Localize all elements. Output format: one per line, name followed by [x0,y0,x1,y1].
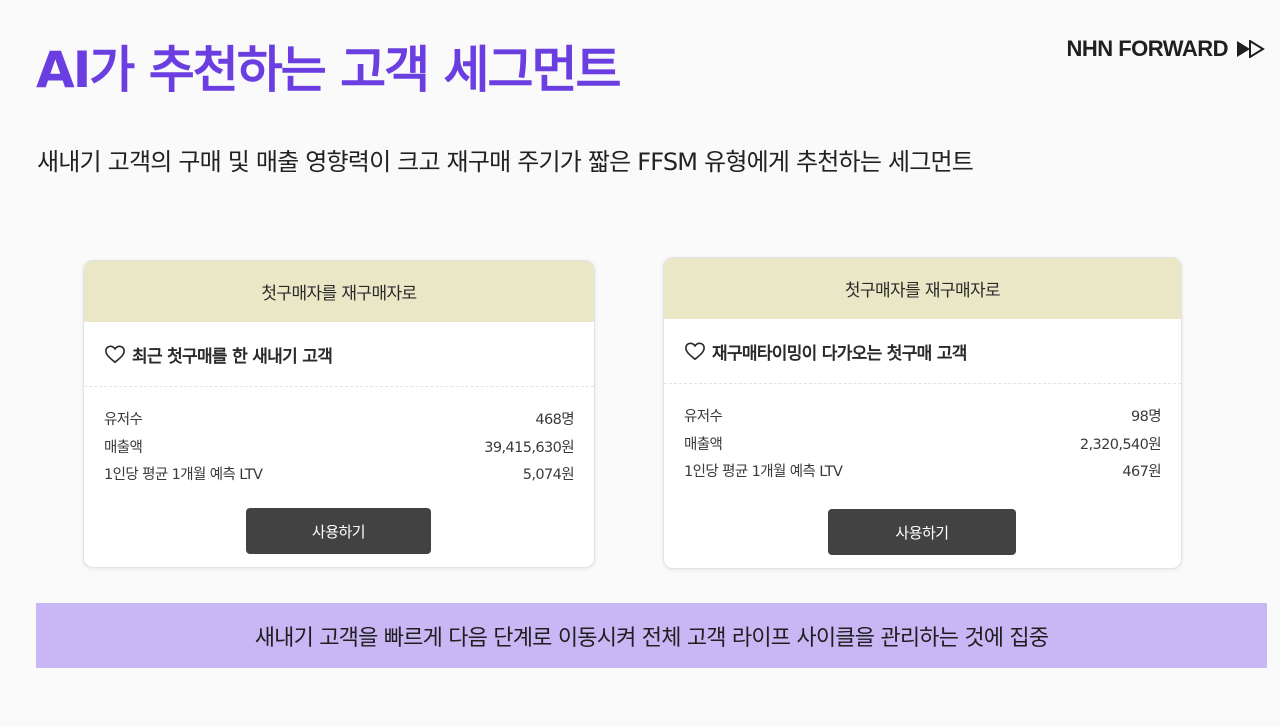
stat-label: 유저수 [684,409,723,426]
heart-outline-icon[interactable] [684,341,706,361]
segment-card-first-purchase: 첫구매자를 재구매자로 최근 첫구매를 한 새내기 고객 유저수 468명 매출… [83,260,595,568]
card-header: 첫구매자를 재구매자로 [84,261,594,322]
stats-list: 유저수 468명 매출액 39,415,630원 1인당 평균 1개월 예측 L… [84,387,594,488]
segment-card-repurchase-timing: 첫구매자를 재구매자로 재구매타이밍이 다가오는 첫구매 고객 유저수 98명 … [663,257,1182,569]
brand-logo: NHN FORWARD [1066,36,1266,62]
stat-label: 1인당 평균 1개월 예측 LTV [684,464,843,481]
stat-row-users: 유저수 98명 [684,402,1162,430]
use-button[interactable]: 사용하기 [828,509,1016,555]
page-subtitle: 새내기 고객의 구매 및 매출 영향력이 크고 재구매 주기가 짧은 FFSM … [37,148,974,176]
stat-label: 유저수 [104,412,143,429]
double-play-arrow-icon [1236,40,1266,58]
stat-label: 1인당 평균 1개월 예측 LTV [104,467,263,484]
stat-row-revenue: 매출액 39,415,630원 [104,433,575,461]
stat-value: 98명 [1131,409,1162,426]
summary-banner: 새내기 고객을 빠르게 다음 단계로 이동시켜 전체 고객 라이프 사이클을 관… [36,603,1267,668]
stat-value: 467원 [1122,464,1161,481]
stat-value: 5,074원 [522,467,575,484]
stat-row-revenue: 매출액 2,320,540원 [684,430,1162,458]
stat-value: 39,415,630원 [484,439,574,456]
segment-title-row: 최근 첫구매를 한 새내기 고객 [84,322,594,387]
card-header: 첫구매자를 재구매자로 [664,258,1181,319]
stat-label: 매출액 [684,436,723,453]
segment-title-row: 재구매타이밍이 다가오는 첫구매 고객 [664,319,1181,384]
brand-name: NHN FORWARD [1066,36,1228,61]
stat-row-users: 유저수 468명 [104,405,575,433]
stat-row-ltv: 1인당 평균 1개월 예측 LTV 467원 [684,457,1162,485]
stat-value: 2,320,540원 [1079,436,1162,453]
segment-title: 재구매타이밍이 다가오는 첫구매 고객 [712,343,967,364]
use-button[interactable]: 사용하기 [246,508,431,554]
heart-outline-icon[interactable] [104,344,126,364]
stat-value: 468명 [535,412,574,429]
stat-row-ltv: 1인당 평균 1개월 예측 LTV 5,074원 [104,460,575,488]
stat-label: 매출액 [104,439,143,456]
page-title: AI가 추천하는 고객 세그먼트 [36,41,622,99]
stats-list: 유저수 98명 매출액 2,320,540원 1인당 평균 1개월 예측 LTV… [664,384,1181,485]
segment-title: 최근 첫구매를 한 새내기 고객 [132,346,333,367]
